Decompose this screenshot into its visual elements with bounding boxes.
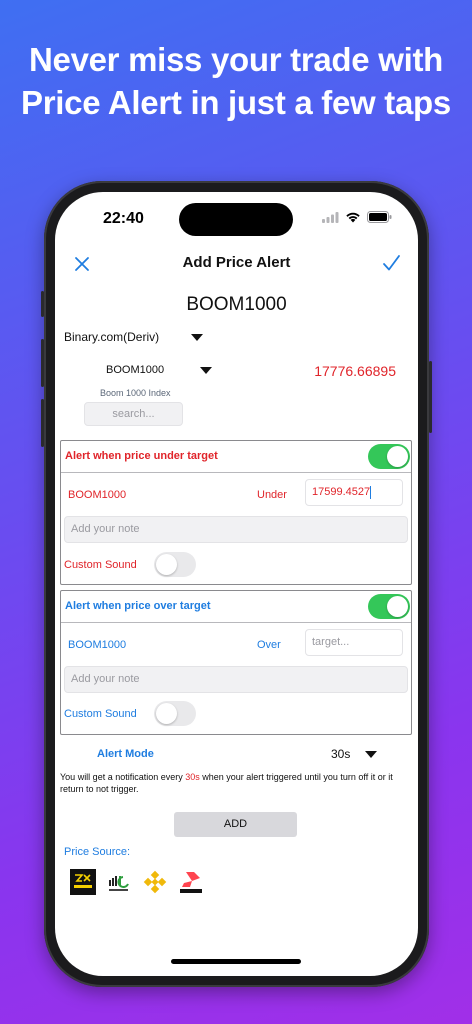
broker-selected: Binary.com(Deriv) — [64, 330, 160, 344]
alert-under-toggle[interactable] — [368, 444, 410, 469]
alert-over-condition: Over — [257, 639, 281, 651]
alert-over-label: Alert when price over target — [65, 600, 211, 612]
price-source-label: Price Source: — [64, 846, 131, 858]
alert-under-custom-sound-toggle[interactable] — [154, 552, 196, 577]
current-price: 17776.66895 — [314, 363, 396, 379]
power-button — [429, 361, 432, 433]
alert-mode-label: Alert Mode — [97, 748, 154, 760]
alert-over-custom-sound-toggle[interactable] — [154, 701, 196, 726]
alert-under-label: Alert when price under target — [65, 450, 218, 462]
price-source-logos — [70, 869, 204, 895]
alert-mode-note-highlight: 30s — [185, 772, 200, 782]
volume-down-button — [41, 399, 44, 447]
alert-mode-dropdown[interactable]: 30s — [331, 747, 378, 761]
battery-icon — [367, 211, 392, 223]
signal-icon — [322, 211, 339, 223]
symbol-title: BOOM1000 — [186, 294, 287, 315]
checkmark-icon[interactable] — [380, 252, 402, 274]
symbol-description: Boom 1000 Index — [100, 388, 171, 398]
alert-under-panel: Alert when price under target BOOM1000 U… — [60, 440, 412, 585]
alert-mode-note-prefix: You will get a notification every — [60, 772, 186, 782]
alert-over-target-input[interactable]: target... — [305, 629, 403, 656]
page-title: Add Price Alert — [182, 254, 291, 271]
alert-under-condition: Under — [257, 489, 287, 501]
deriv-logo-icon — [180, 872, 202, 893]
broker-dropdown[interactable]: Binary.com(Deriv) — [64, 330, 204, 344]
alert-mode-note: You will get a notification every 30s wh… — [60, 771, 410, 795]
alert-over-custom-sound-label: Custom Sound — [64, 708, 137, 720]
alert-under-symbol: BOOM1000 — [68, 489, 127, 501]
alert-under-custom-sound-label: Custom Sound — [64, 559, 137, 571]
chevron-down-icon — [365, 750, 378, 758]
symbol-dropdown[interactable]: BOOM1000 — [106, 364, 213, 376]
headline-line-2: Price Alert in just a few taps — [21, 84, 451, 121]
ic-markets-logo-icon — [109, 876, 129, 891]
dynamic-island — [179, 203, 293, 236]
binance-logo-icon — [143, 870, 167, 894]
headline-line-1: Never miss your trade with — [28, 41, 443, 78]
navigation-bar: Add Price Alert — [55, 244, 418, 284]
symbol-selected: BOOM1000 — [106, 364, 165, 376]
alert-under-target-input[interactable]: 17599.4527 — [305, 479, 403, 506]
chevron-down-icon — [200, 366, 213, 374]
alert-under-note-input[interactable]: Add your note — [64, 516, 408, 543]
alert-under-target-value: 17599.4527 — [312, 486, 371, 498]
wifi-icon — [346, 212, 360, 223]
search-input[interactable]: search... — [84, 402, 183, 426]
phone-frame: 22:40 Add Price Alert BOOM1000 Binary.co… — [41, 181, 432, 987]
app-screen: 22:40 Add Price Alert BOOM1000 Binary.co… — [55, 192, 418, 976]
alert-over-note-input[interactable]: Add your note — [64, 666, 408, 693]
add-button[interactable]: ADD — [174, 812, 297, 837]
home-indicator — [171, 959, 301, 964]
alert-over-symbol: BOOM1000 — [68, 639, 127, 651]
exness-logo-icon — [70, 869, 96, 895]
text-cursor — [370, 485, 372, 499]
chevron-down-icon — [191, 333, 204, 341]
volume-up-button — [41, 339, 44, 387]
alert-over-header: Alert when price over target — [61, 591, 411, 623]
status-icons — [322, 211, 392, 223]
alert-over-panel: Alert when price over target BOOM1000 Ov… — [60, 590, 412, 735]
headline: Never miss your trade with Price Alert i… — [0, 38, 472, 124]
action-button — [41, 291, 44, 317]
alert-mode-value: 30s — [331, 747, 351, 761]
status-bar: 22:40 — [55, 192, 418, 242]
alert-over-toggle[interactable] — [368, 594, 410, 619]
alert-under-header: Alert when price under target — [61, 441, 411, 473]
status-time: 22:40 — [103, 210, 144, 227]
